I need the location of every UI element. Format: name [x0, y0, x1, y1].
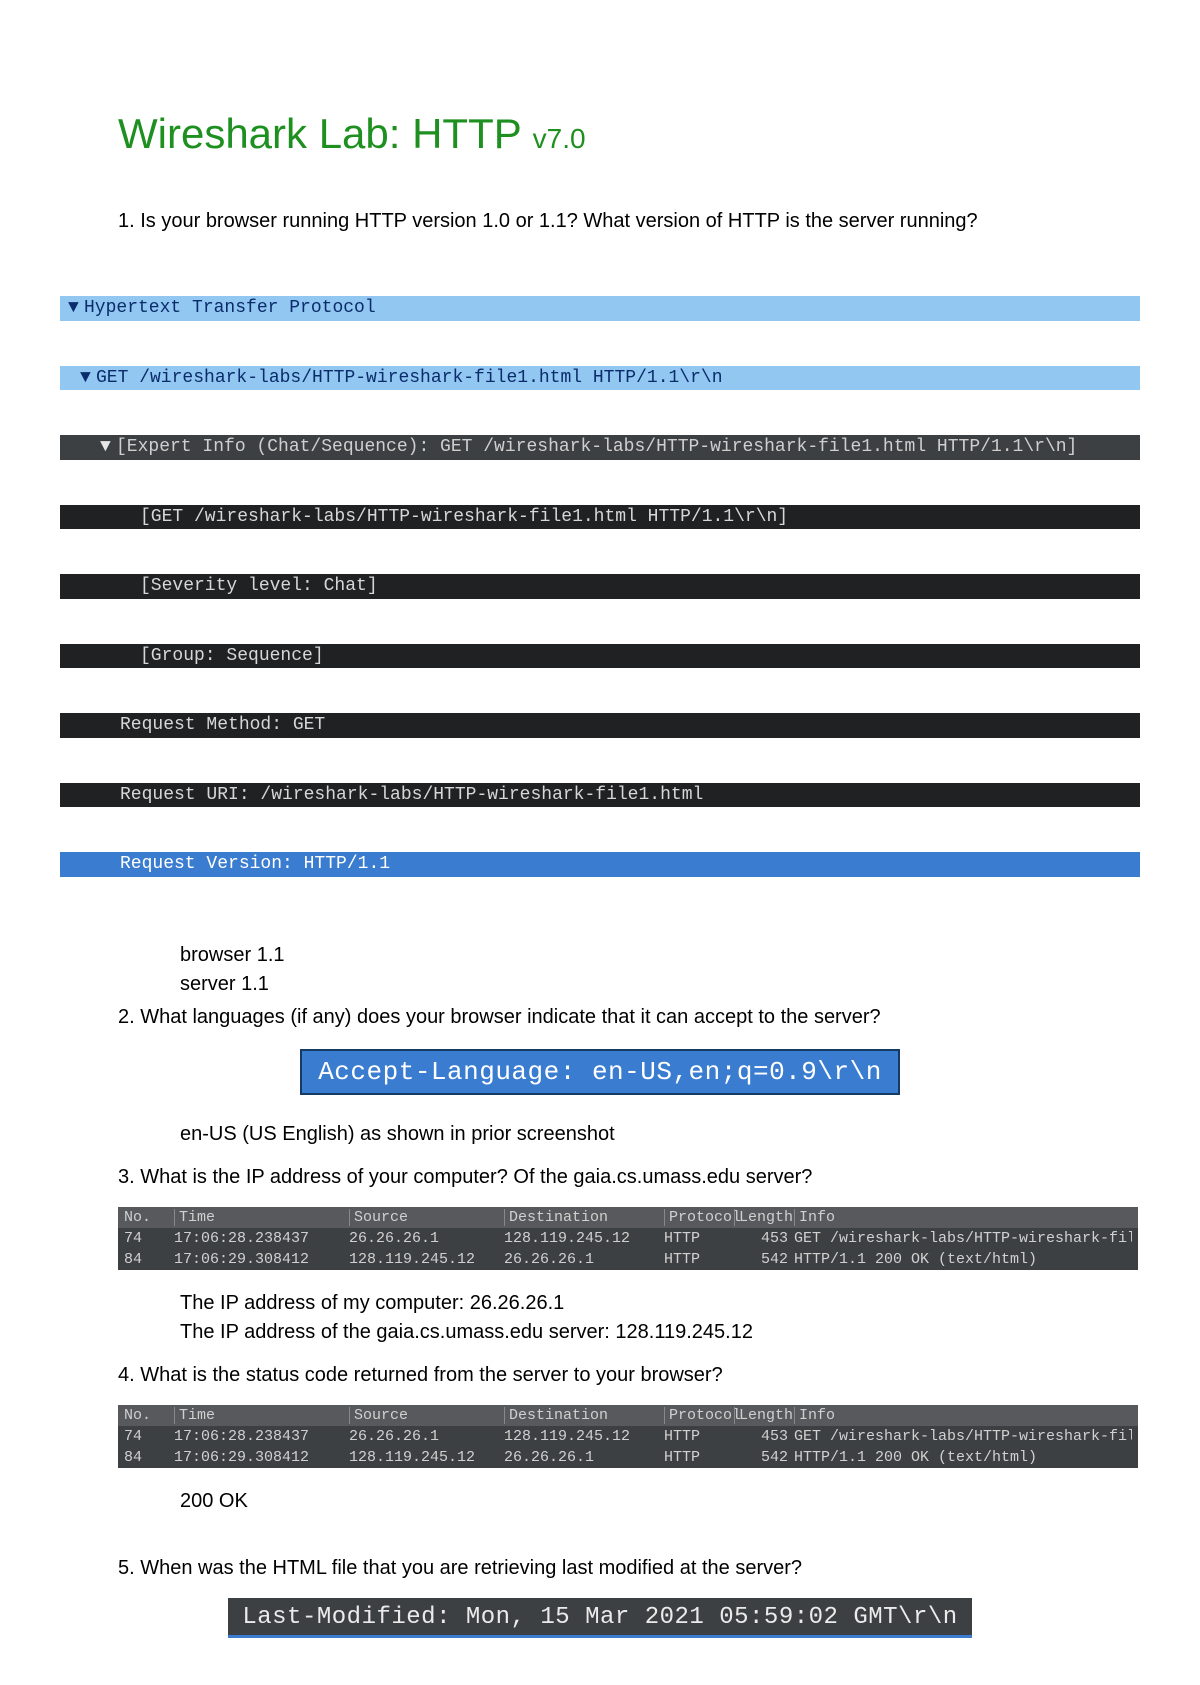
q5-question: 5. When was the HTML file that you are r… — [118, 1555, 1018, 1582]
ws-line: [GET /wireshark-labs/HTTP-wireshark-file… — [60, 505, 1140, 530]
table-row: 74 17:06:28.238437 26.26.26.1 128.119.24… — [118, 1426, 1138, 1447]
table-header: No. Time Source Destination Protocol Len… — [118, 1207, 1138, 1228]
col-proto: Protocol — [664, 1209, 734, 1226]
ws-line: ▼GET /wireshark-labs/HTTP-wireshark-file… — [60, 366, 1140, 391]
table-row: 84 17:06:29.308412 128.119.245.12 26.26.… — [118, 1249, 1138, 1270]
q4-answer: 200 OK — [180, 1488, 1080, 1515]
ws-line: [Group: Sequence] — [60, 644, 1140, 669]
q1-answer-browser: browser 1.1 — [180, 942, 1080, 969]
table-row: 74 17:06:28.238437 26.26.26.1 128.119.24… — [118, 1228, 1138, 1249]
table-header: No. Time Source Destination Protocol Len… — [118, 1405, 1138, 1426]
ws-line: ▼Hypertext Transfer Protocol — [60, 296, 1140, 321]
triangle-down-icon: ▼ — [68, 297, 80, 320]
triangle-down-icon: ▼ — [100, 436, 112, 459]
accept-language-field: Accept-Language: en-US,en;q=0.9\r\n — [300, 1049, 900, 1095]
q1-answer-server: server 1.1 — [180, 971, 1080, 998]
col-time: Time — [174, 1209, 349, 1226]
ws-line-selected: Request Version: HTTP/1.1 — [60, 852, 1140, 877]
last-modified-field: Last-Modified: Mon, 15 Mar 2021 05:59:02… — [228, 1598, 971, 1638]
title-main: Wireshark Lab: HTTP — [118, 110, 533, 157]
ws-line: ▼[Expert Info (Chat/Sequence): GET /wire… — [60, 435, 1140, 460]
packet-list-table: No. Time Source Destination Protocol Len… — [118, 1405, 1138, 1468]
col-len: Length — [734, 1209, 794, 1226]
col-no: No. — [124, 1209, 174, 1226]
col-info: Info — [794, 1209, 1132, 1226]
table-row: 84 17:06:29.308412 128.119.245.12 26.26.… — [118, 1447, 1138, 1468]
page-title: Wireshark Lab: HTTP v7.0 — [118, 110, 1140, 158]
q2-answer: en-US (US English) as shown in prior scr… — [180, 1121, 1080, 1148]
packet-list-table: No. Time Source Destination Protocol Len… — [118, 1207, 1138, 1270]
ws-line: [Severity level: Chat] — [60, 574, 1140, 599]
ws-line: Request URI: /wireshark-labs/HTTP-wiresh… — [60, 783, 1140, 808]
q1-question: 1. Is your browser running HTTP version … — [118, 208, 1018, 235]
col-src: Source — [349, 1209, 504, 1226]
q2-question: 2. What languages (if any) does your bro… — [118, 1004, 1018, 1031]
triangle-down-icon: ▼ — [80, 367, 92, 390]
title-version: v7.0 — [533, 123, 586, 154]
q3-answer-a: The IP address of my computer: 26.26.26.… — [180, 1290, 1080, 1317]
q4-question: 4. What is the status code returned from… — [118, 1362, 1018, 1389]
q3-question: 3. What is the IP address of your comput… — [118, 1164, 1018, 1191]
col-dst: Destination — [504, 1209, 664, 1226]
wireshark-detail-pane: ▼Hypertext Transfer Protocol ▼GET /wires… — [60, 251, 1140, 922]
q3-answer-b: The IP address of the gaia.cs.umass.edu … — [180, 1319, 1080, 1346]
ws-line: Request Method: GET — [60, 713, 1140, 738]
